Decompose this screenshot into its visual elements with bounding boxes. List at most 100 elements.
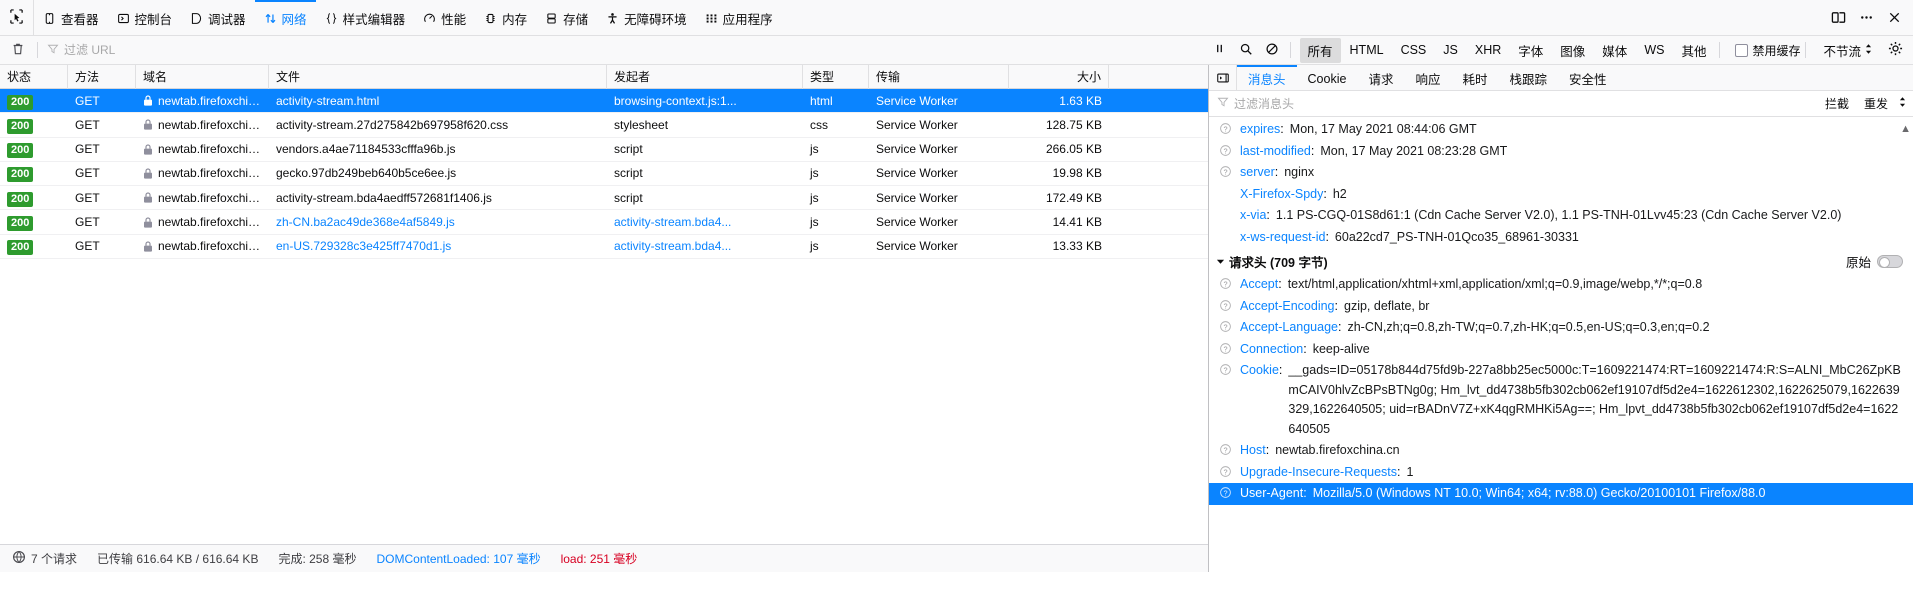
table-row[interactable]: 200 GET newtab.firefoxchin... activity-s… [0,89,1208,114]
close-icon[interactable] [1881,5,1907,31]
raw-toggle[interactable]: 原始 [1846,252,1903,271]
filter-image[interactable]: 图像 [1552,38,1593,63]
info-icon[interactable]: ? [1217,342,1233,355]
info-icon[interactable]: ? [1217,363,1233,376]
headers-content: ▲ ? expires: Mon, 17 May 2021 08:44:06 G… [1209,117,1913,572]
lock-icon [143,119,153,131]
table-row[interactable]: 200 GET newtab.firefoxchin... gecko.97db… [0,162,1208,187]
table-row[interactable]: 200 GET newtab.firefoxchin... en-US.7293… [0,234,1208,260]
tab-inspector[interactable]: 查看器 [34,0,108,35]
url-filter-input[interactable] [64,43,1207,57]
tab-accessibility[interactable]: 无障碍环境 [597,0,696,35]
info-icon[interactable]: ? [1217,122,1233,135]
tab-stacktrace[interactable]: 栈跟踪 [1498,65,1558,90]
headers-filter-input[interactable] [1234,96,1815,111]
filter-all[interactable]: 所有 [1299,37,1341,63]
block-requests-button[interactable] [1259,38,1285,62]
table-row[interactable]: 200 GET newtab.firefoxchin... vendors.a4… [0,138,1208,162]
info-icon[interactable]: ? [1217,144,1233,157]
info-icon[interactable]: ? [1217,465,1233,478]
header-name: Accept [1240,277,1279,291]
tab-style-editor[interactable]: 样式编辑器 [316,0,415,35]
filter-html[interactable]: HTML [1342,40,1392,60]
column-header-transferred[interactable]: 传输 [869,65,1009,89]
header-value: text/html,application/xhtml+xml,applicat… [1287,277,1703,291]
dock-split-icon[interactable] [1825,5,1851,31]
info-icon[interactable]: ? [1217,486,1233,499]
toolbar-right-controls [1825,0,1913,35]
network-settings-button[interactable] [1883,38,1907,62]
domain-text: newtab.firefoxchin... [158,166,262,181]
filter-ws[interactable]: WS [1636,40,1672,60]
cell-initiator: stylesheet [614,117,669,132]
pause-requests-button[interactable] [1207,38,1233,62]
filter-font[interactable]: 字体 [1510,38,1551,63]
tab-debugger[interactable]: 调试器 [181,0,255,35]
panel-toggle-icon[interactable] [1209,65,1237,90]
cell-method: GET [75,117,100,132]
tab-headers[interactable]: 消息头 [1237,65,1297,90]
header-row: ? expires: Mon, 17 May 2021 08:44:06 GMT [1209,119,1913,141]
table-row[interactable]: 200 GET newtab.firefoxchin... zh-CN.ba2a… [0,210,1208,235]
info-icon[interactable]: ? [1217,320,1233,333]
svg-text:?: ? [1223,365,1227,374]
throttling-dropdown[interactable]: 不节流 [1823,41,1873,60]
chevron-updown-icon[interactable] [1898,96,1907,111]
filter-js[interactable]: JS [1435,40,1466,60]
column-header-size[interactable]: 大小 [1009,65,1109,89]
header-value: h2 [1332,186,1347,201]
memory-icon [484,12,497,25]
filter-media[interactable]: 媒体 [1594,38,1635,63]
disable-cache-checkbox[interactable]: 禁用缓存 [1735,42,1800,59]
tab-performance[interactable]: 性能 [414,0,475,35]
table-row[interactable]: 200 GET newtab.firefoxchin... activity-s… [0,113,1208,138]
column-header-method[interactable]: 方法 [68,65,136,89]
tab-timings[interactable]: 耗时 [1451,65,1498,90]
tab-response[interactable]: 响应 [1404,65,1451,90]
tab-network[interactable]: 网络 [254,0,316,35]
tab-console[interactable]: 控制台 [108,0,182,35]
tab-memory[interactable]: 内存 [475,0,536,35]
domain-text: newtab.firefoxchin... [158,142,262,157]
filter-xhr[interactable]: XHR [1467,40,1509,60]
network-status-icon [12,550,26,567]
ellipsis-icon[interactable] [1853,5,1879,31]
info-icon[interactable]: ? [1217,277,1233,290]
filter-other[interactable]: 其他 [1673,38,1714,63]
clear-requests-button[interactable] [4,38,32,62]
table-row[interactable]: 200 GET newtab.firefoxchin... activity-s… [0,186,1208,211]
column-header-initiator[interactable]: 发起者 [607,65,803,89]
scroll-up-arrow[interactable]: ▲ [1900,123,1911,135]
cell-initiator[interactable]: activity-stream.bda4... [607,234,803,258]
resend-request-button[interactable]: 重发 [1859,95,1893,112]
filter-css[interactable]: CSS [1393,40,1435,60]
column-header-domain[interactable]: 域名 [136,65,269,89]
tab-application[interactable]: 应用程序 [696,0,782,35]
cell-type: css [810,117,828,132]
header-row: ? Host: newtab.firefoxchina.cn [1209,440,1913,462]
request-headers-section[interactable]: 请求头 (709 字节) 原始 [1209,248,1913,274]
column-header-status[interactable]: 状态 [0,65,68,89]
column-header-file[interactable]: 文件 [269,65,607,89]
info-icon[interactable]: ? [1217,299,1233,312]
svg-text:?: ? [1223,124,1227,133]
info-icon[interactable]: ? [1217,165,1233,178]
tab-cookies[interactable]: Cookie [1297,65,1358,90]
cell-size: 172.49 KB [1045,190,1102,205]
search-requests-button[interactable] [1233,38,1259,62]
column-header-type[interactable]: 类型 [803,65,869,89]
raw-label: 原始 [1845,256,1871,270]
tab-security[interactable]: 安全性 [1558,65,1618,90]
raw-toggle-switch[interactable] [1877,255,1903,268]
toolbar-divider-3 [1719,42,1721,58]
element-picker-button[interactable] [0,0,34,35]
info-icon[interactable]: ? [1217,443,1233,456]
lock-icon [143,144,153,155]
cell-initiator[interactable]: activity-stream.bda4... [607,210,803,234]
tab-storage[interactable]: 存储 [536,0,597,35]
cell-size: 19.98 KB [1052,166,1102,181]
status-domcontentloaded: DOMContentLoaded: 107 毫秒 [376,552,541,566]
block-request-button[interactable]: 拦截 [1820,95,1854,112]
tab-request[interactable]: 请求 [1357,65,1404,90]
url-filter-field[interactable] [43,39,1207,61]
